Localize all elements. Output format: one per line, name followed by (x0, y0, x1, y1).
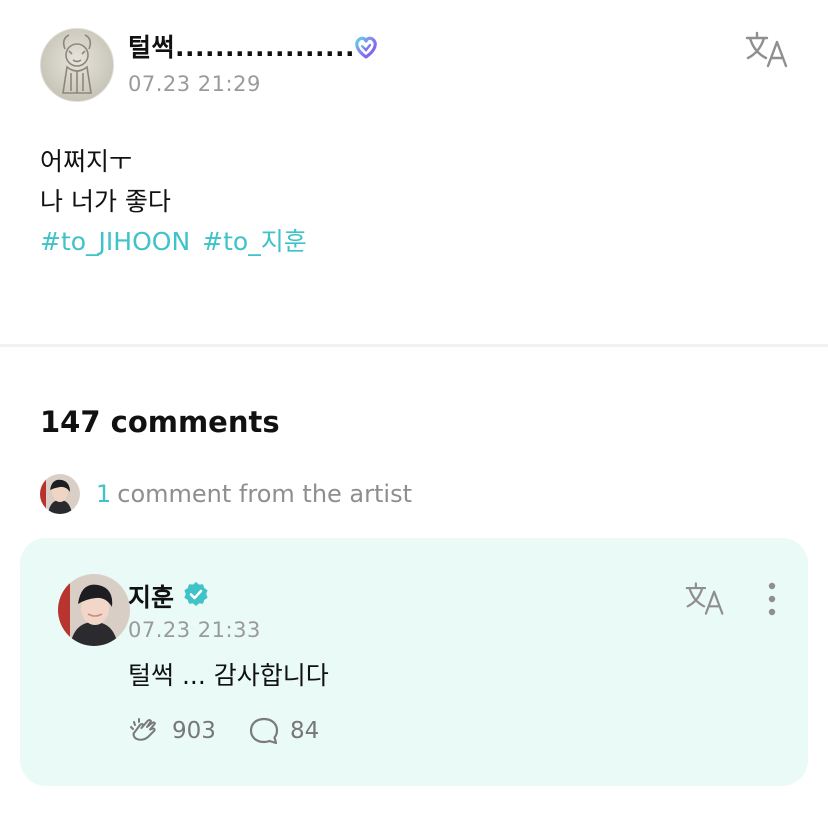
verified-badge-icon (182, 580, 210, 608)
comments-count: 147 comments (40, 405, 280, 439)
post-body: 어쩌지ㅜ 나 너가 좋다 #to_JIHOON #to_지훈 (40, 142, 319, 262)
comment-text: 털썩 ... 감사합니다 (128, 661, 329, 690)
reply-count: 84 (290, 718, 320, 744)
reply-button[interactable]: 84 (248, 714, 319, 748)
translate-icon[interactable] (684, 580, 726, 618)
post-author-name[interactable]: 털썩.................. (128, 28, 355, 64)
post-line: 어쩌지ㅜ (40, 147, 133, 176)
section-divider (0, 344, 828, 347)
hashtag-link[interactable]: #to_지훈 (202, 227, 307, 256)
hashtag-list: #to_JIHOON #to_지훈 (40, 222, 319, 262)
speech-bubble-icon (249, 717, 279, 745)
comment-timestamp: 07.23 21:33 (128, 618, 261, 642)
artist-mini-avatar (40, 474, 80, 514)
artist-avatar[interactable] (58, 574, 130, 646)
artist-comment-label: comment from the artist (117, 480, 412, 508)
post-timestamp: 07.23 21:29 (128, 72, 261, 96)
clap-hand-icon (130, 718, 156, 741)
membership-heart-icon (352, 33, 380, 61)
like-count: 903 (172, 718, 216, 744)
translate-icon[interactable] (744, 30, 790, 70)
author-avatar[interactable] (40, 28, 114, 102)
like-button[interactable]: 903 (128, 714, 216, 748)
sketch-figure-icon (62, 34, 92, 94)
hashtag-link[interactable]: #to_JIHOON (40, 227, 190, 256)
artist-comment-count: 1 (96, 480, 112, 508)
artist-comment-summary: 1 comment from the artist (96, 480, 412, 508)
more-vertical-icon[interactable] (762, 580, 782, 618)
artist-name[interactable]: 지훈 (128, 578, 174, 614)
artist-comment-card: 지훈 07.23 21:33 털썩 ... 감사합니다 903 84 (20, 538, 808, 786)
post-line: 나 너가 좋다 (40, 187, 171, 216)
artist-comment-link[interactable]: 1 comment from the artist (40, 474, 412, 514)
